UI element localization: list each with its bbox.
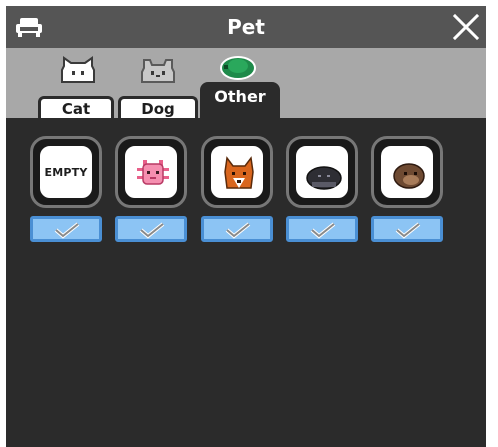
dog-head-icon bbox=[141, 59, 175, 83]
pet-slots-panel: EMPTY bbox=[6, 118, 486, 447]
equip-check-button[interactable] bbox=[286, 216, 358, 242]
slot-frame: EMPTY bbox=[30, 136, 102, 208]
checkmark-icon bbox=[54, 222, 80, 239]
cat-head-icon bbox=[61, 56, 95, 83]
turtle-head-icon bbox=[220, 56, 256, 80]
equip-check-button[interactable] bbox=[371, 216, 443, 242]
checkmark-icon bbox=[395, 222, 421, 239]
tab-strip: Cat Dog Other bbox=[6, 48, 486, 118]
checkmark-icon bbox=[139, 222, 165, 239]
equip-check-button[interactable] bbox=[30, 216, 102, 242]
slot-frame bbox=[371, 136, 443, 208]
pet-window: Pet Cat Dog Other EMPTY bbox=[6, 6, 486, 447]
fox-icon bbox=[224, 156, 254, 189]
equip-check-button[interactable] bbox=[201, 216, 273, 242]
title-bar: Pet bbox=[6, 6, 486, 48]
checkmark-icon bbox=[310, 222, 336, 239]
otter-icon bbox=[393, 163, 425, 189]
equip-check-button[interactable] bbox=[115, 216, 187, 242]
slot-frame bbox=[201, 136, 273, 208]
slot-frame bbox=[115, 136, 187, 208]
close-icon[interactable] bbox=[452, 13, 480, 41]
tab-cat[interactable]: Cat bbox=[38, 56, 114, 118]
checkmark-icon bbox=[225, 222, 251, 239]
slot-inner bbox=[209, 144, 265, 200]
window-title: Pet bbox=[227, 15, 265, 39]
tab-cat-label: Cat bbox=[38, 96, 114, 118]
tab-other[interactable]: Other bbox=[200, 48, 280, 118]
slot-frame bbox=[286, 136, 358, 208]
slot-inner bbox=[379, 144, 435, 200]
empty-label: EMPTY bbox=[44, 166, 88, 179]
tab-dog-label: Dog bbox=[118, 96, 198, 118]
slot-inner bbox=[294, 144, 350, 200]
mole-icon bbox=[306, 166, 342, 190]
slot-inner: EMPTY bbox=[38, 144, 94, 200]
tab-dog[interactable]: Dog bbox=[118, 56, 198, 118]
slot-inner bbox=[123, 144, 179, 200]
tab-other-label: Other bbox=[200, 82, 280, 118]
axolotl-icon bbox=[137, 160, 169, 185]
